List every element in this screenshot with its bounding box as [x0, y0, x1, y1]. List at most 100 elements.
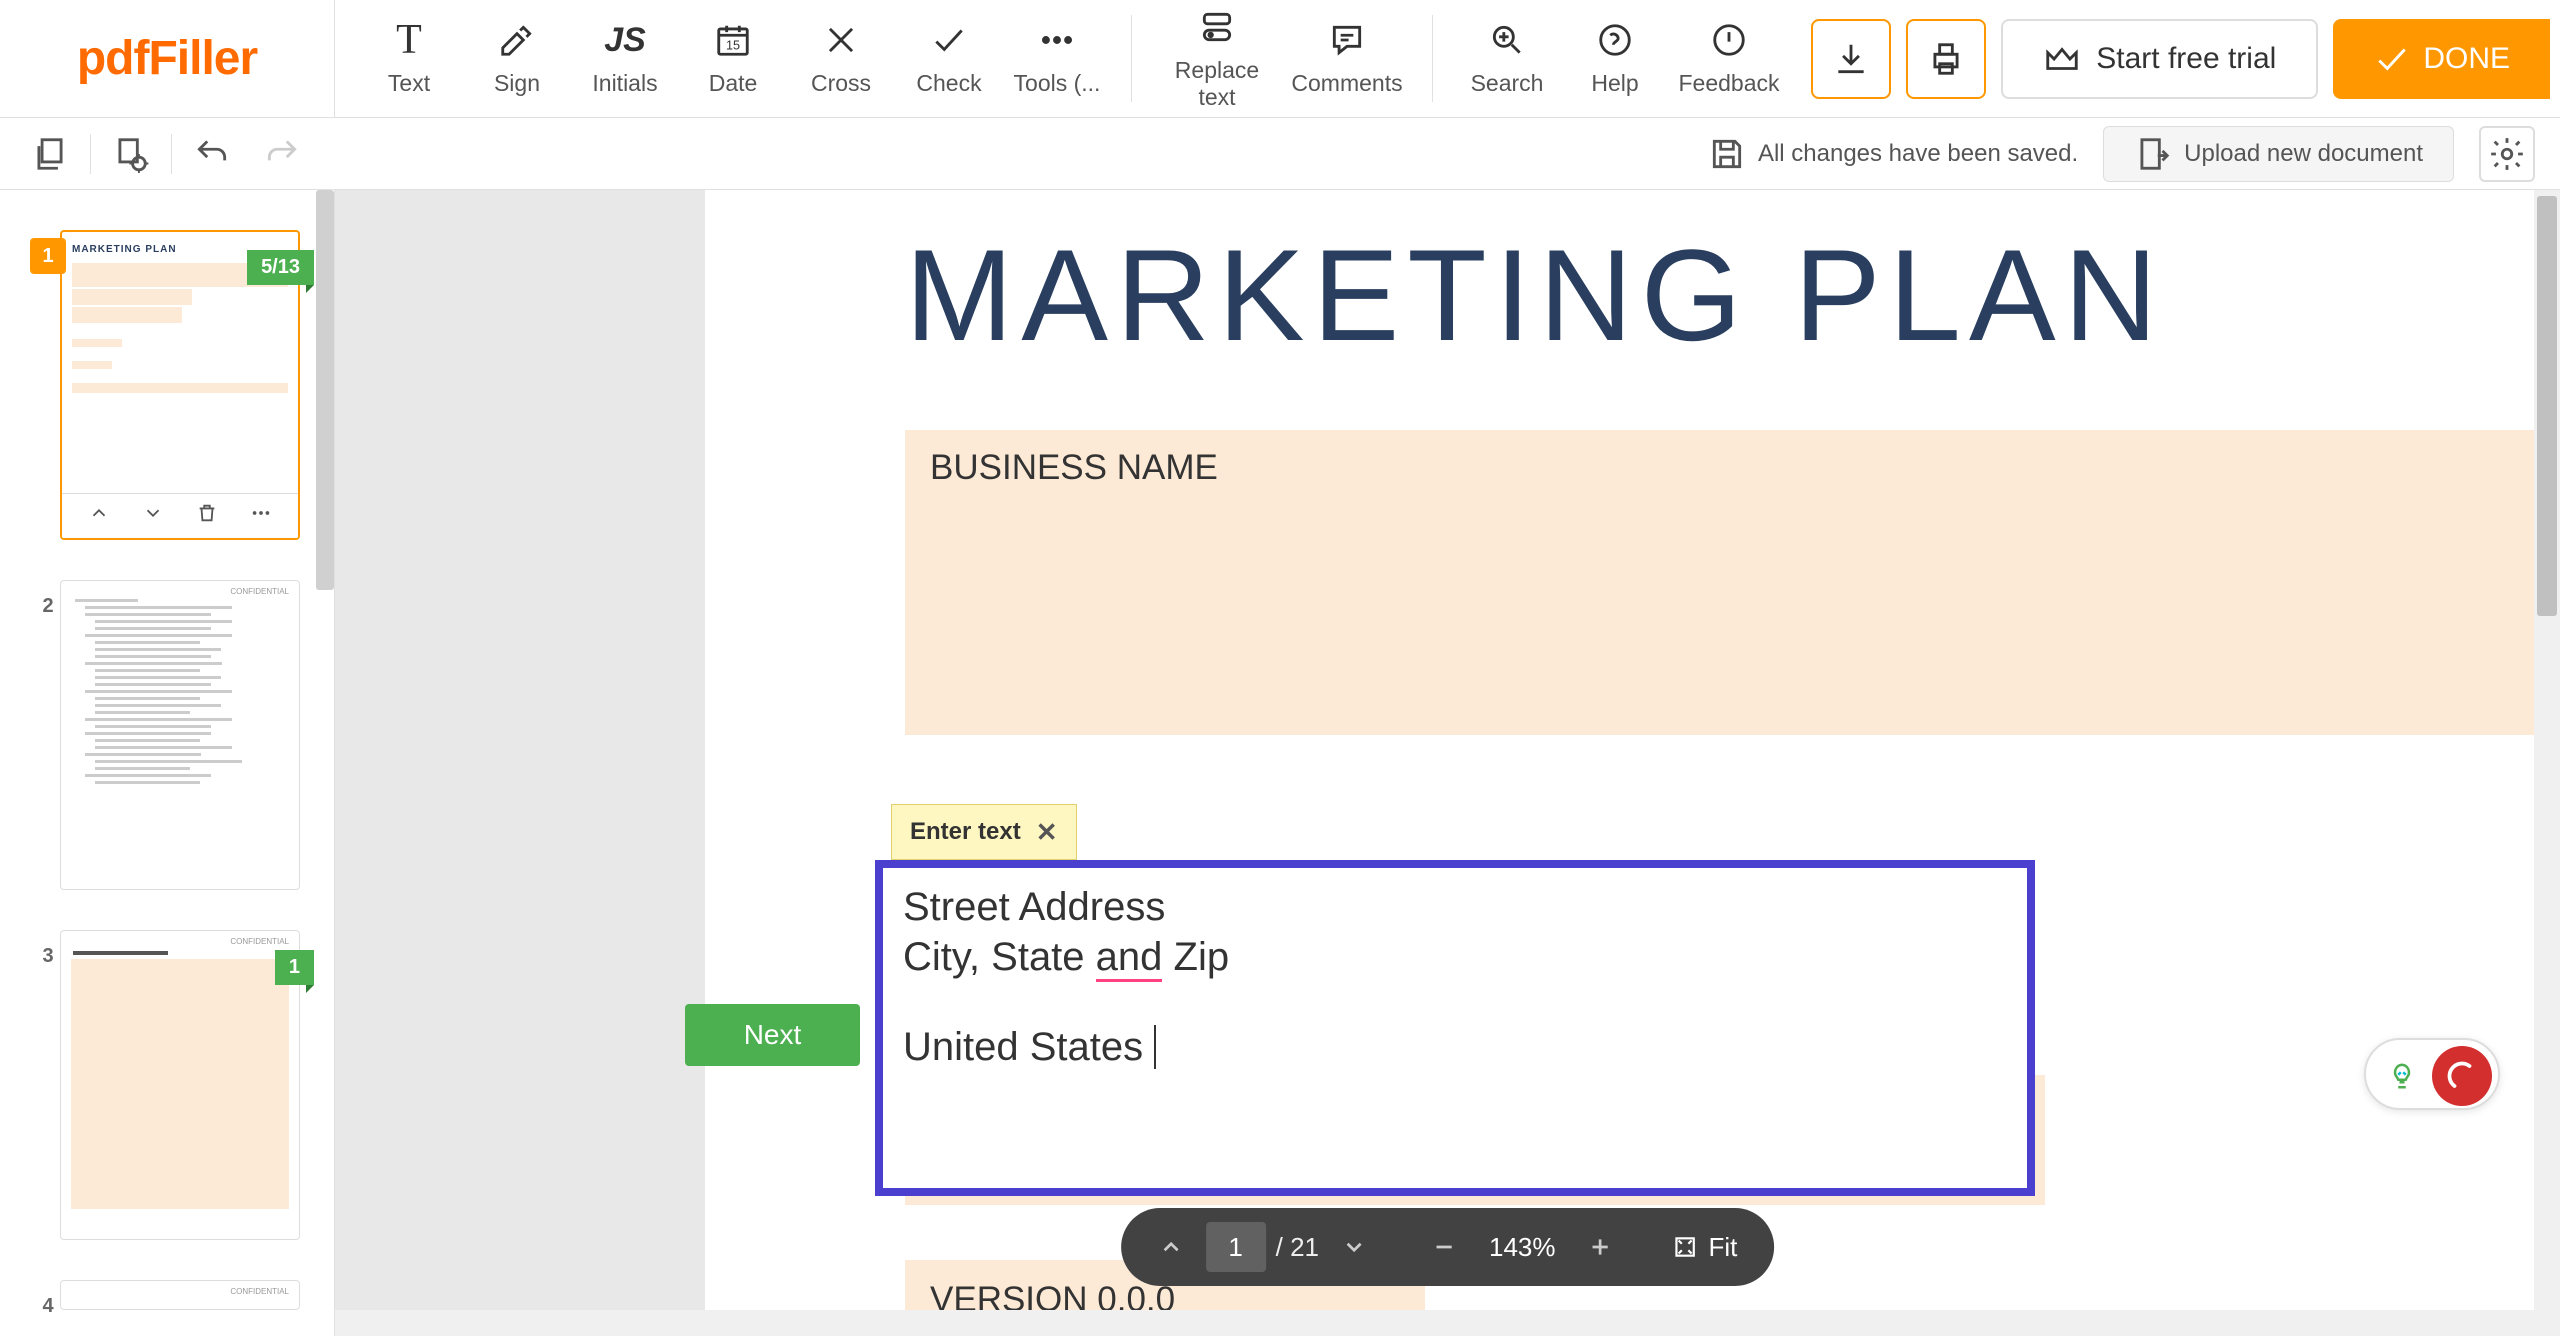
- download-button[interactable]: [1811, 19, 1891, 99]
- thumb-number: 4: [30, 1288, 66, 1324]
- upload-document-button[interactable]: Upload new document: [2103, 126, 2454, 182]
- thumbnail-page-4[interactable]: 4 CONFIDENTIAL: [30, 1280, 304, 1310]
- thumb-actions-toolbar: [62, 493, 298, 538]
- thumb-big-field: [71, 959, 289, 1209]
- pages-panel-button[interactable]: [20, 126, 80, 182]
- page-settings-button[interactable]: [101, 126, 161, 182]
- save-icon: [1708, 135, 1746, 173]
- help-label: Help: [1591, 70, 1638, 97]
- main-area: 1 5/13 MARKETING PLAN: [0, 190, 2560, 1336]
- thumb-preview: CONFIDENTIAL: [60, 930, 300, 1240]
- thumb-move-up-button[interactable]: [79, 502, 119, 530]
- replace-text-button[interactable]: Replace text: [1152, 0, 1282, 117]
- thumbnail-page-1[interactable]: 1 5/13 MARKETING PLAN: [30, 230, 304, 540]
- cross-icon: [822, 20, 860, 60]
- done-button[interactable]: DONE: [2333, 19, 2550, 99]
- initials-icon: JS: [604, 20, 646, 60]
- sec-divider-2: [171, 134, 172, 174]
- help-record-toggle: [2364, 1038, 2500, 1110]
- thumb-number: 2: [30, 588, 66, 624]
- page-title: MARKETING PLAN: [905, 190, 2560, 430]
- done-label: DONE: [2423, 42, 2510, 76]
- active-text-editor[interactable]: Street Address City, State and Zip Unite…: [875, 860, 2035, 1196]
- business-name-label: BUSINESS NAME: [930, 448, 2560, 488]
- print-button[interactable]: [1906, 19, 1986, 99]
- thumb-delete-button[interactable]: [187, 502, 227, 530]
- sign-tool-button[interactable]: Sign: [463, 0, 571, 117]
- help-tools-group: Search Help Feedback: [1433, 0, 1809, 117]
- thumbnail-page-2[interactable]: 2 CONFIDENTIAL: [30, 580, 304, 890]
- cross-tool-label: Cross: [811, 70, 871, 97]
- close-tag-button[interactable]: ✕: [1036, 817, 1058, 848]
- next-field-button[interactable]: Next: [685, 1004, 860, 1066]
- cross-tool-button[interactable]: Cross: [787, 0, 895, 117]
- tools-more-button[interactable]: Tools (...: [1003, 0, 1111, 117]
- business-name-field[interactable]: BUSINESS NAME: [905, 430, 2560, 735]
- scrollbar-thumb[interactable]: [2537, 196, 2557, 616]
- replace-text-label-2: text: [1198, 84, 1235, 111]
- hint-button[interactable]: [2372, 1046, 2432, 1106]
- sidebar-scrollbar[interactable]: [316, 190, 334, 590]
- enter-text-tag-label: Enter text: [910, 818, 1021, 846]
- replace-text-icon: [1198, 7, 1236, 47]
- editor-line-1: Street Address: [903, 882, 2007, 932]
- editor-blank-line: [903, 982, 2007, 1022]
- thumbnails-sidebar[interactable]: 1 5/13 MARKETING PLAN: [0, 190, 335, 1336]
- record-button[interactable]: [2432, 1046, 2492, 1106]
- annotation-tools-group: Replace text Comments: [1132, 0, 1432, 117]
- thumb-preview: CONFIDENTIAL: [60, 1280, 300, 1310]
- thumbnail-page-3[interactable]: 3 1 CONFIDENTIAL: [30, 930, 304, 1240]
- text-tool-label: Text: [388, 70, 430, 97]
- thumb-number: 3: [30, 938, 66, 974]
- help-button[interactable]: Help: [1561, 0, 1669, 117]
- page-navigation-pill: / 21 143% Fit: [1121, 1208, 1775, 1286]
- next-page-button[interactable]: [1329, 1222, 1379, 1272]
- comments-icon: [1328, 20, 1366, 60]
- pages-icon: [31, 135, 69, 173]
- calendar-icon: 15: [714, 20, 752, 60]
- zoom-level-label: 143%: [1479, 1232, 1566, 1263]
- start-free-trial-button[interactable]: Start free trial: [2001, 19, 2318, 99]
- initials-tool-label: Initials: [592, 70, 657, 97]
- comments-button[interactable]: Comments: [1282, 0, 1412, 117]
- search-label: Search: [1471, 70, 1544, 97]
- document-canvas[interactable]: MARKETING PLAN BUSINESS NAME webaddress.…: [335, 190, 2560, 1336]
- check-tool-button[interactable]: Check: [895, 0, 1003, 117]
- download-icon: [1832, 40, 1870, 78]
- thumb-move-down-button[interactable]: [133, 502, 173, 530]
- thumb-fields-badge: 1: [275, 950, 314, 985]
- date-tool-button[interactable]: 15 Date: [679, 0, 787, 117]
- save-status: All changes have been saved.: [1708, 135, 2078, 173]
- horizontal-scrollbar[interactable]: [335, 1310, 2534, 1336]
- thumb-mini-field: [72, 307, 182, 323]
- secondary-left-actions: [0, 126, 312, 182]
- top-toolbar: pdfFiller T Text Sign JS Initials 15 Dat…: [0, 0, 2560, 118]
- thumb-preview: CONFIDENTIAL: [60, 580, 300, 890]
- text-tool-button[interactable]: T Text: [355, 0, 463, 117]
- thumb-confidential: CONFIDENTIAL: [230, 1287, 289, 1296]
- settings-button[interactable]: [2479, 126, 2535, 182]
- fit-to-page-button[interactable]: Fit: [1660, 1232, 1749, 1263]
- more-horizontal-icon: [1038, 20, 1076, 60]
- check-icon: [930, 20, 968, 60]
- feedback-icon: [1710, 20, 1748, 60]
- zoom-out-button[interactable]: [1419, 1222, 1469, 1272]
- undo-button[interactable]: [182, 126, 242, 182]
- prev-page-button[interactable]: [1146, 1222, 1196, 1272]
- page-number-input[interactable]: [1206, 1222, 1266, 1272]
- initials-tool-button[interactable]: JS Initials: [571, 0, 679, 117]
- thumb-toc-lines: [61, 581, 299, 798]
- redo-button[interactable]: [252, 126, 312, 182]
- zoom-in-button[interactable]: [1575, 1222, 1625, 1272]
- feedback-button[interactable]: Feedback: [1669, 0, 1789, 117]
- checkmark-icon: [2373, 40, 2411, 78]
- sec-divider: [90, 134, 91, 174]
- search-button[interactable]: Search: [1453, 0, 1561, 117]
- save-status-text: All changes have been saved.: [1758, 140, 2078, 168]
- fit-label: Fit: [1708, 1232, 1737, 1263]
- vertical-scrollbar[interactable]: [2534, 190, 2560, 1336]
- thumb-more-button[interactable]: [241, 502, 281, 530]
- thumb-confidential: CONFIDENTIAL: [230, 587, 289, 596]
- total-pages-label: / 21: [1276, 1232, 1319, 1263]
- svg-text:15: 15: [726, 39, 740, 53]
